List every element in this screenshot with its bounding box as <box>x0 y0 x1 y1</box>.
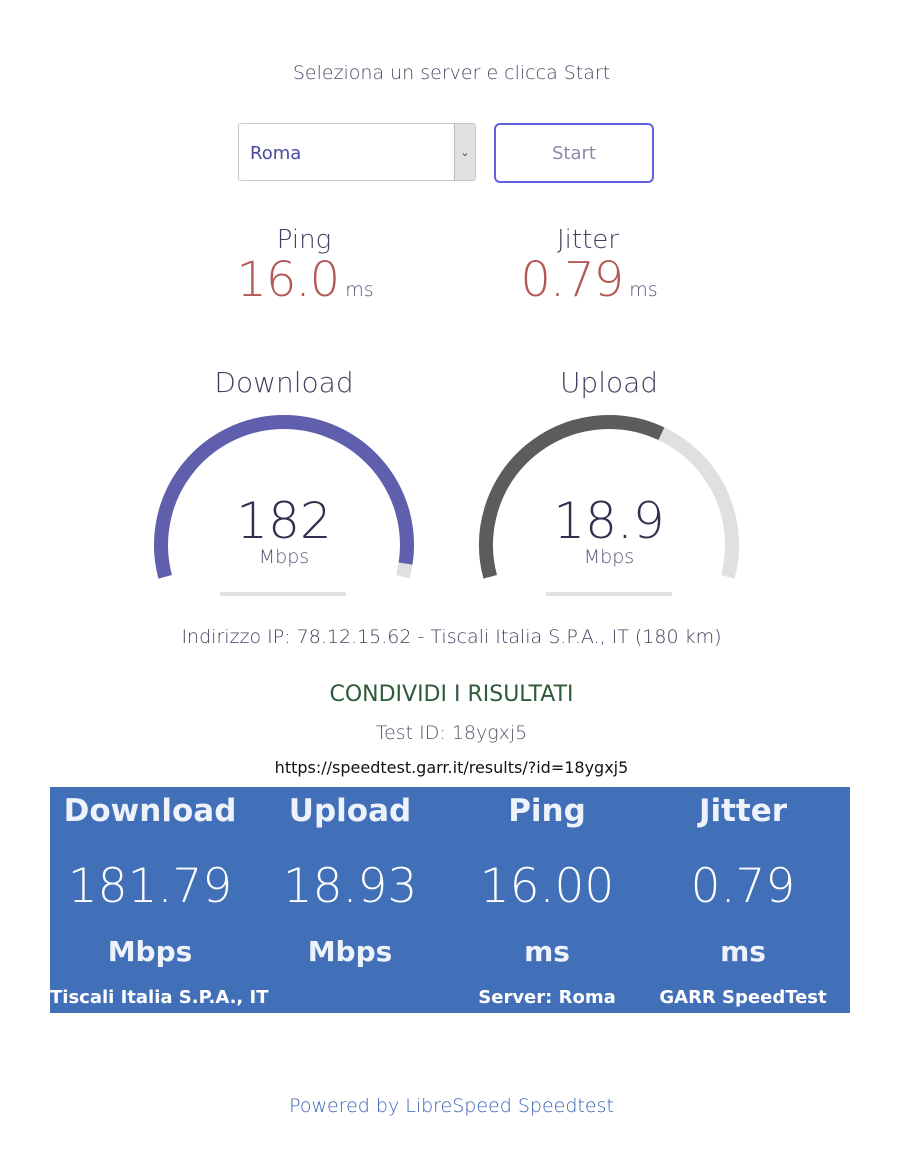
result-unit: ms <box>720 935 766 968</box>
jitter-label: Jitter <box>557 225 619 255</box>
server-select-value: Roma <box>250 143 302 164</box>
ping-value: 16.0 <box>236 252 340 308</box>
upload-title: Upload <box>559 366 659 399</box>
result-value: 16.00 <box>479 859 615 914</box>
ping-unit: ms <box>345 279 374 301</box>
share-results-title: CONDIVIDI I RISULTATI <box>329 682 574 707</box>
result-head: Download <box>63 793 237 829</box>
upload-progress-bar <box>546 592 672 596</box>
ping-readout: 16.0 ms <box>180 252 430 308</box>
result-url[interactable]: https://speedtest.garr.it/results/?id=18… <box>0 758 903 777</box>
server-select[interactable]: Roma ⌄ <box>238 123 476 181</box>
download-title: Download <box>214 366 354 399</box>
result-value: 18.93 <box>282 859 418 914</box>
download-unit: Mbps <box>258 546 310 568</box>
chevron-down-icon[interactable]: ⌄ <box>454 124 475 180</box>
result-unit: ms <box>524 935 570 968</box>
download-progress-bar <box>220 592 346 596</box>
result-foot: Tiscali Italia S.P.A., IT <box>50 987 269 1008</box>
test-id: Test ID: 18ygxj5 <box>375 722 528 744</box>
jitter-value: 0.79 <box>520 252 624 308</box>
result-image[interactable]: Download 181.79 Mbps Tiscali Italia S.P.… <box>50 787 850 1013</box>
ip-info: Indirizzo IP: 78.12.15.62 - Tiscali Ital… <box>181 626 722 648</box>
upload-unit: Mbps <box>583 546 635 568</box>
result-foot: GARR SpeedTest <box>659 987 827 1008</box>
result-head: Ping <box>508 793 586 829</box>
instruction-text: Seleziona un server e clicca Start <box>292 62 611 84</box>
result-head: Upload <box>288 793 412 829</box>
result-unit: Mbps <box>107 935 193 968</box>
result-unit: Mbps <box>307 935 393 968</box>
result-foot: Server: Roma <box>478 987 616 1008</box>
result-value: 181.79 <box>67 859 233 914</box>
ping-label: Ping <box>276 225 332 255</box>
jitter-readout: 0.79 ms <box>464 252 714 308</box>
powered-by-link[interactable]: Powered by LibreSpeed Speedtest <box>0 1095 903 1117</box>
start-button[interactable]: Start <box>494 123 654 183</box>
result-value: 0.79 <box>690 859 796 914</box>
result-head: Jitter <box>698 793 788 829</box>
download-value: 182 <box>236 492 332 550</box>
upload-value: 18.9 <box>553 492 665 550</box>
jitter-unit: ms <box>629 279 658 301</box>
